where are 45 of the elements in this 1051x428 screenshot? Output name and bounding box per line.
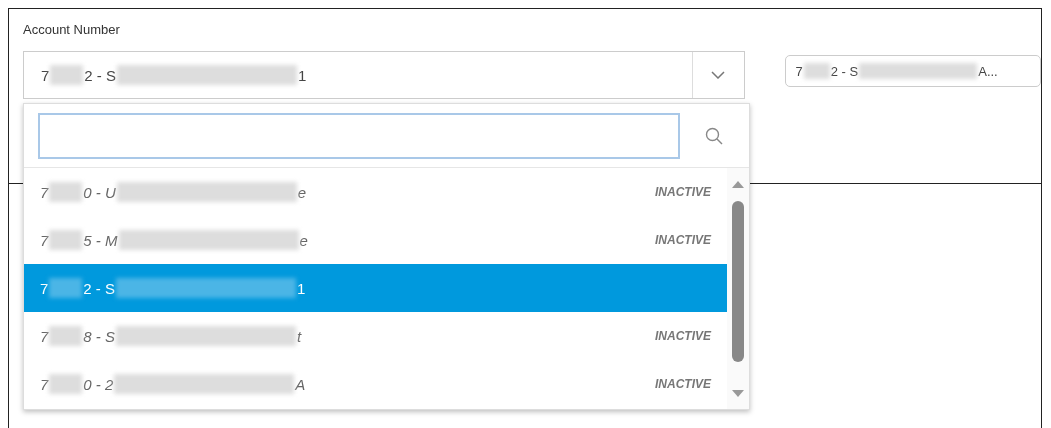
status-label: INACTIVE [655, 329, 711, 343]
chevron-down-icon [711, 71, 725, 79]
account-option[interactable]: 7 0 - 2 A INACTIVE [24, 360, 727, 408]
field-label: Account Number [23, 22, 120, 38]
redacted-block [803, 62, 830, 80]
status-label: INACTIVE [655, 233, 711, 247]
account-text: 5 - M [83, 231, 118, 249]
account-text: 0 - 2 [83, 375, 114, 393]
account-text: 1 [298, 66, 307, 84]
account-text: 8 - S [83, 327, 116, 345]
account-text: 7 [40, 327, 49, 345]
status-label: INACTIVE [655, 377, 711, 391]
account-text: e [297, 183, 307, 201]
account-text: 7 [41, 66, 50, 84]
account-select[interactable]: 7 2 - S 1 [23, 51, 745, 99]
account-text: 2 - S [830, 63, 859, 79]
redacted-block [49, 278, 83, 298]
account-text: A... [978, 63, 998, 79]
search-icon[interactable] [705, 127, 723, 145]
account-text: 7 [40, 375, 49, 393]
account-option[interactable]: 7 2 - S 1 [24, 264, 727, 312]
search-field[interactable] [38, 113, 680, 159]
account-text: A [295, 375, 306, 393]
account-text: 7 [40, 183, 49, 201]
account-text: 0 - U [83, 183, 116, 201]
account-text: e [299, 231, 308, 249]
scroll-up-icon[interactable] [732, 181, 744, 188]
redacted-block [49, 326, 83, 346]
scrollbar[interactable] [727, 168, 749, 409]
account-text: 1 [297, 279, 306, 297]
redacted-block [49, 374, 83, 394]
account-text: 2 - S [83, 279, 116, 297]
account-text: 2 - S [84, 66, 117, 84]
redacted-block [49, 230, 83, 250]
account-text: 7 [40, 279, 49, 297]
account-text: 7 [40, 231, 49, 249]
account-option[interactable]: 7 0 - U e INACTIVE [24, 168, 727, 216]
redacted-block [49, 182, 83, 202]
status-label: INACTIVE [655, 185, 711, 199]
account-text: 7 [795, 63, 803, 79]
scroll-down-icon[interactable] [732, 390, 744, 397]
account-text: t [297, 327, 302, 345]
account-option[interactable]: 7 8 - S t INACTIVE [24, 312, 727, 360]
account-option[interactable]: 7 5 - M e INACTIVE [24, 216, 727, 264]
redacted-block [50, 65, 84, 85]
